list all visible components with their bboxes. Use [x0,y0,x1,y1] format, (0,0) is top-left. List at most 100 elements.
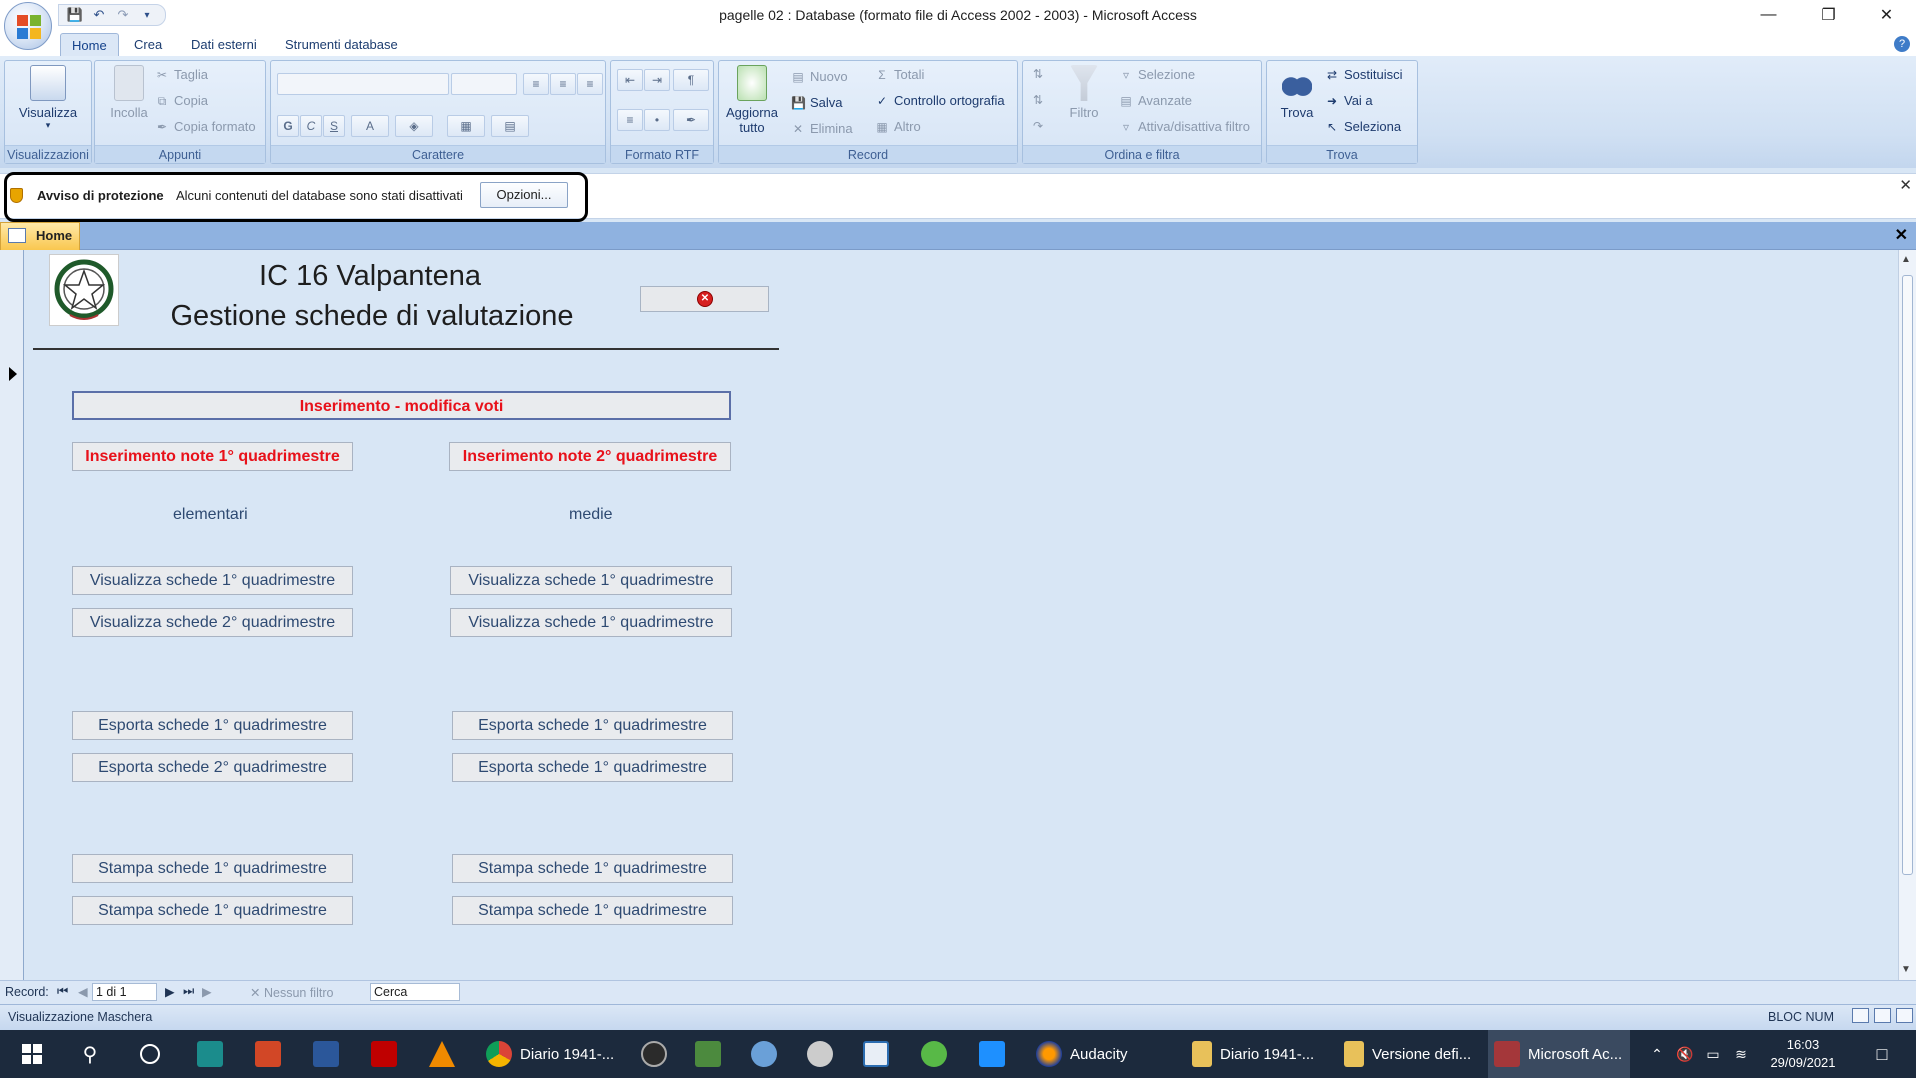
font-size-select[interactable] [451,73,517,95]
print-schede-elementari-1-button[interactable]: Stampa schede 1° quadrimestre [72,854,353,883]
view-schede-elementari-1-button[interactable]: Visualizza schede 1° quadrimestre [72,566,353,595]
app-icon-1[interactable] [186,1030,234,1078]
find-button[interactable]: Trova [1271,65,1323,120]
highlight-button[interactable]: ✒ [673,109,709,131]
undo-icon[interactable]: ↶ [91,7,107,23]
goto-button[interactable]: ➜ Vai a [1325,93,1373,108]
bold-button[interactable]: G [277,115,299,137]
insert-notes-2-button[interactable]: Inserimento note 2° quadrimestre [449,442,731,471]
previous-record-icon[interactable]: ◀ [78,984,88,999]
app-icon-6[interactable] [968,1030,1016,1078]
copy-button[interactable]: ⧉ Copia [155,93,208,108]
save-record-button[interactable]: 💾 Salva [791,95,843,110]
filezilla-icon[interactable] [360,1030,408,1078]
align-right-button[interactable]: ≡ [577,73,603,95]
redo-icon[interactable]: ↷ [115,7,131,23]
help-icon[interactable]: ? [1894,36,1910,52]
replace-button[interactable]: ⇄ Sostituisci [1325,67,1403,82]
vlc-icon[interactable] [418,1030,466,1078]
battery-icon[interactable]: ▭ [1700,1030,1726,1078]
numbering-button[interactable]: ≡ [617,109,643,131]
last-record-icon[interactable]: ⏭ [183,984,194,999]
increase-indent-button[interactable]: ⇥ [644,69,670,91]
align-center-button[interactable]: ≡ [550,73,576,95]
selection-button[interactable]: ▿ Selezione [1119,67,1195,82]
font-color-button[interactable]: A [351,115,389,137]
restore-button[interactable]: ❐ [1800,0,1857,30]
clock[interactable]: 16:03 29/09/2021 [1762,1030,1844,1078]
tab-home[interactable]: Home [60,33,119,57]
format-painter-button[interactable]: ✒ Copia formato [155,119,256,134]
record-selector[interactable] [0,250,24,980]
print-schede-medie-1-button[interactable]: Stampa schede 1° quadrimestre [452,854,733,883]
word-icon[interactable] [302,1030,350,1078]
font-name-select[interactable] [277,73,449,95]
sort-descending-button[interactable]: ⇅ [1031,93,1045,107]
filter-button[interactable]: Filtro [1059,65,1109,120]
app-icon-3[interactable] [684,1030,732,1078]
print-schede-elementari-2-button[interactable]: Stampa schede 1° quadrimestre [72,896,353,925]
refresh-all-button[interactable]: Aggiorna tutto [721,65,783,135]
app-icon-5[interactable] [796,1030,844,1078]
form-view-icon[interactable] [1852,1008,1869,1023]
bullets-button[interactable]: • [644,109,670,131]
close-security-bar-icon[interactable]: ✕ [1899,176,1912,194]
scrollbar-thumb[interactable] [1902,275,1913,875]
start-button[interactable] [8,1030,56,1078]
delete-record-button[interactable]: ✕ Elimina [791,121,853,136]
visualizza-button[interactable]: Visualizza ▾ [13,65,83,131]
utorrent-icon[interactable] [910,1030,958,1078]
app-icon-2[interactable] [630,1030,678,1078]
totals-button[interactable]: Σ Totali [875,67,924,82]
close-document-icon[interactable]: ✕ [1895,225,1908,245]
chevron-up-icon[interactable]: ⌃ [1644,1030,1670,1078]
tab-dati-esterni[interactable]: Dati esterni [180,33,268,57]
decrease-indent-button[interactable]: ⇤ [617,69,643,91]
task-view-icon[interactable] [126,1030,174,1078]
search-input[interactable]: Cerca [370,983,460,1001]
first-record-icon[interactable]: ⏮ [57,984,68,999]
select-button[interactable]: ↖ Seleziona [1325,119,1401,134]
insert-votes-button[interactable]: Inserimento - modifica voti [72,391,731,420]
layout-view-icon[interactable] [1874,1008,1891,1023]
customize-qat-icon[interactable]: ▾ [139,7,155,23]
tab-crea[interactable]: Crea [123,33,173,57]
cut-button[interactable]: ✂ Taglia [155,67,208,82]
tab-strumenti-database[interactable]: Strumenti database [274,33,409,57]
view-schede-medie-1-button[interactable]: Visualizza schede 1° quadrimestre [450,566,732,595]
wifi-icon[interactable]: ≋ [1728,1030,1754,1078]
toggle-filter-button[interactable]: ▿ Attiva/disattiva filtro [1119,119,1250,134]
minimize-button[interactable]: — [1740,0,1797,30]
view-schede-elementari-2-button[interactable]: Visualizza schede 2° quadrimestre [72,608,353,637]
no-filter-indicator[interactable]: ✕ Nessun filtro [250,985,333,1000]
spelling-button[interactable]: ✓ Controllo ortografia [875,93,1005,108]
taskbar-access[interactable]: Microsoft Ac... [1488,1030,1630,1078]
powerpoint-icon[interactable] [244,1030,292,1078]
taskbar-chrome-diario[interactable]: Diario 1941-... [480,1030,620,1078]
save-icon[interactable]: 💾 [67,7,83,23]
scroll-down-icon[interactable]: ▼ [1901,964,1911,975]
italic-button[interactable]: C [300,115,322,137]
current-record-field[interactable]: 1 di 1 [92,983,157,1001]
close-window-button[interactable]: ✕ [1858,0,1915,30]
paste-button[interactable]: Incolla [101,65,157,120]
design-view-icon[interactable] [1896,1008,1913,1023]
alternate-fill-button[interactable]: ▤ [491,115,529,137]
export-schede-elementari-1-button[interactable]: Esporta schede 1° quadrimestre [72,711,353,740]
taskbar-audacity[interactable]: Audacity [1030,1030,1170,1078]
scroll-up-icon[interactable]: ▲ [1901,254,1911,265]
clear-sort-button[interactable]: ↷ [1031,119,1045,133]
gridlines-button[interactable]: ▦ [447,115,485,137]
excel-icon[interactable] [852,1030,900,1078]
export-schede-elementari-2-button[interactable]: Esporta schede 2° quadrimestre [72,753,353,782]
new-record-button[interactable]: ▤ Nuovo [791,69,847,84]
fill-color-button[interactable]: ◈ [395,115,433,137]
export-schede-medie-2-button[interactable]: Esporta schede 1° quadrimestre [452,753,733,782]
more-button[interactable]: ▦ Altro [875,119,920,134]
next-record-icon[interactable]: ▶ [165,984,175,999]
taskbar-diario-folder[interactable]: Diario 1941-... [1186,1030,1328,1078]
export-schede-medie-1-button[interactable]: Esporta schede 1° quadrimestre [452,711,733,740]
taskbar-versione[interactable]: Versione defi... [1338,1030,1480,1078]
search-icon[interactable]: ⚲ [66,1030,114,1078]
sort-ascending-button[interactable]: ⇅ [1031,67,1045,81]
